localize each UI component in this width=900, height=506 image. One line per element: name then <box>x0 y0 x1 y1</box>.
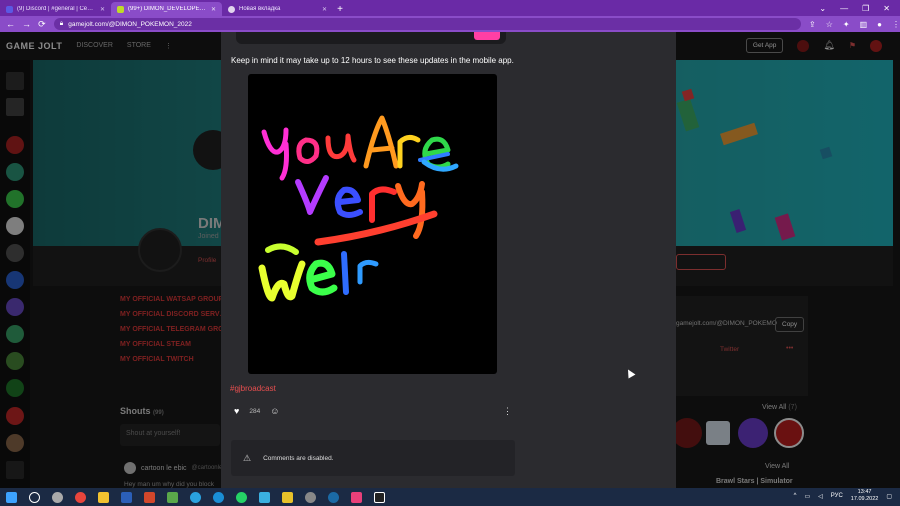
network-icon[interactable]: ▭ <box>804 493 810 500</box>
date: 17.09.2022 <box>850 496 879 502</box>
tab-title: Новая вкладка <box>239 6 281 12</box>
close-tab-icon[interactable]: ✕ <box>211 6 216 13</box>
tab-new[interactable]: Новая вкладка ✕ <box>222 2 333 16</box>
tab-discord[interactable]: (9) Discord | #general | Сервер д… ✕ <box>0 2 111 16</box>
file-explorer-icon[interactable] <box>98 491 109 503</box>
forward-icon[interactable]: → <box>22 19 31 29</box>
edge-icon[interactable] <box>190 491 201 503</box>
post-modal: Keep in mind it may take up to 12 hours … <box>221 32 676 488</box>
minimize-icon[interactable]: — <box>840 4 848 13</box>
gamejolt-icon <box>117 5 124 13</box>
epic-games-icon[interactable] <box>374 491 385 503</box>
close-tab-icon[interactable]: ✕ <box>100 6 105 13</box>
store-icon[interactable] <box>259 491 270 503</box>
profile-avatar-icon[interactable]: ● <box>877 20 882 29</box>
bookmark-star-icon[interactable]: ☆ <box>826 20 833 29</box>
url-text: gamejolt.com/@DIMON_POKEMON_2022 <box>68 20 192 28</box>
app-icon[interactable] <box>213 491 224 503</box>
extensions-icon[interactable]: ✦ <box>843 20 850 29</box>
notifications-icon[interactable]: ▢ <box>886 493 892 500</box>
settings-gear-icon[interactable] <box>52 491 63 503</box>
post-toolbar-remnant <box>236 32 506 44</box>
mobile-update-note: Keep in mind it may take up to 12 hours … <box>231 56 514 65</box>
powerpoint-icon[interactable] <box>144 491 155 503</box>
word-icon[interactable] <box>121 491 132 503</box>
browser-actions: ⇪ ☆ ✦ ▥ ● ⋮ <box>809 20 900 29</box>
sidebar-icon[interactable]: ▥ <box>860 20 868 29</box>
tab-gamejolt[interactable]: (99+) DIMON_DEVELOPER_OFFI… ✕ <box>111 2 222 16</box>
hashtag-link[interactable]: #gjbroadcast <box>230 384 276 393</box>
language-indicator[interactable]: РУС <box>831 493 843 499</box>
windows-start-icon[interactable] <box>6 491 17 503</box>
whatsapp-icon[interactable] <box>236 491 247 503</box>
post-image[interactable] <box>248 74 497 374</box>
warning-icon: ⚠ <box>243 452 252 463</box>
like-heart-icon[interactable]: ♥ <box>234 406 239 416</box>
tray-chevron-icon[interactable]: ^ <box>794 493 797 499</box>
app-icon[interactable] <box>167 491 178 503</box>
steam-icon[interactable] <box>328 491 339 503</box>
handdrawn-text-drawing <box>258 115 459 302</box>
back-icon[interactable]: ← <box>6 19 15 29</box>
lock-icon[interactable]: 🔒︎ <box>60 20 63 28</box>
new-tab-button[interactable]: + <box>333 2 347 16</box>
app-icon[interactable] <box>305 491 316 503</box>
pink-action-button[interactable] <box>474 32 500 40</box>
menu-icon[interactable]: ⋮ <box>892 20 900 29</box>
app-icon[interactable] <box>282 491 293 503</box>
address-field[interactable]: 🔒︎ gamejolt.com/@DIMON_POKEMON_2022 <box>53 18 802 30</box>
search-icon[interactable] <box>29 491 40 503</box>
post-actions: ♥ 284 ☺ <box>234 406 279 416</box>
volume-icon[interactable]: ◁ <box>818 493 823 500</box>
reload-icon[interactable]: ⟳ <box>38 19 46 30</box>
tab-title: (9) Discord | #general | Сервер д… <box>17 6 96 12</box>
browser-tab-strip: (9) Discord | #general | Сервер д… ✕ (99… <box>0 0 900 16</box>
share-icon[interactable]: ⇪ <box>809 20 816 29</box>
app-icon[interactable] <box>351 491 362 503</box>
window-controls: ⌄ — ❐ ✕ <box>819 0 900 16</box>
close-window-icon[interactable]: ✕ <box>883 4 890 13</box>
system-tray: ^ ▭ ◁ РУС 13:47 17.09.2022 ▢ <box>794 489 892 503</box>
discord-icon <box>6 5 13 13</box>
close-tab-icon[interactable]: ✕ <box>322 6 327 13</box>
comments-disabled-text: Comments are disabled. <box>263 454 334 462</box>
tab-title: (99+) DIMON_DEVELOPER_OFFI… <box>128 6 207 12</box>
comments-disabled-notice: ⚠ Comments are disabled. <box>231 440 515 476</box>
clock[interactable]: 13:47 17.09.2022 <box>851 489 879 503</box>
post-options-icon[interactable]: ⋮ <box>503 406 512 417</box>
chrome-icon[interactable] <box>75 491 86 503</box>
windows-taskbar: ^ ▭ ◁ РУС 13:47 17.09.2022 ▢ <box>0 488 900 506</box>
address-toolbar: ← → ⟳ 🔒︎ gamejolt.com/@DIMON_POKEMON_202… <box>0 16 900 32</box>
tab-search-icon[interactable]: ⌄ <box>819 4 826 13</box>
like-count: 284 <box>249 407 261 415</box>
chrome-icon <box>228 5 235 13</box>
maximize-icon[interactable]: ❐ <box>862 4 869 13</box>
time: 13:47 <box>857 489 872 495</box>
sticker-icon[interactable]: ☺ <box>270 406 279 416</box>
